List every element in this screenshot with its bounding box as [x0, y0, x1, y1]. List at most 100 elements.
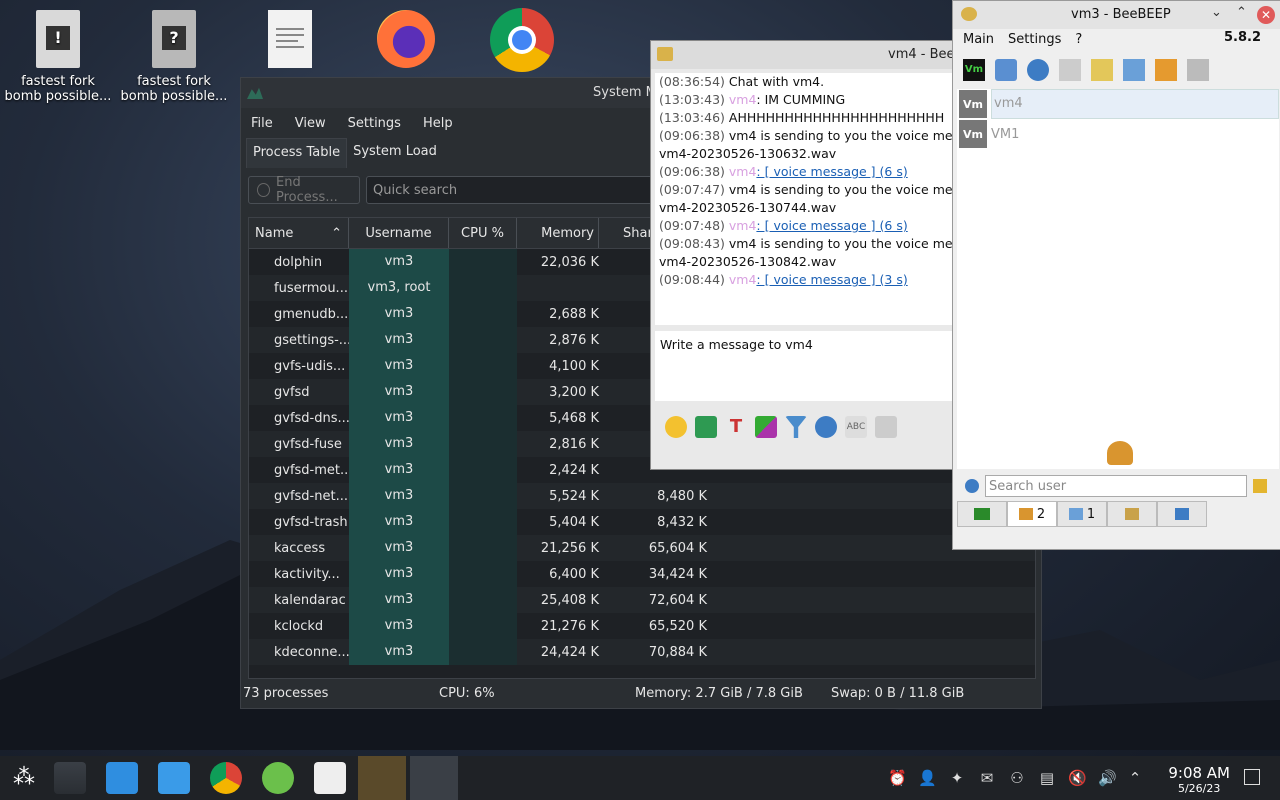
table-row[interactable]: gvfsd-net... vm3 5,524 K 8,480 K — [249, 483, 1035, 509]
avatar: Vm — [959, 120, 987, 148]
text-format-icon[interactable]: T — [725, 416, 747, 438]
tools-icon[interactable] — [1123, 59, 1145, 81]
chat-titlebar[interactable]: vm4 - Bee — [651, 41, 955, 69]
message-sender: vm4 — [728, 272, 757, 287]
discover-store-icon[interactable] — [106, 762, 138, 794]
tab-chats[interactable]: 1 — [1057, 501, 1107, 527]
system-settings-icon[interactable] — [54, 762, 86, 794]
process-name: gvfsd-net... — [274, 488, 348, 504]
minimize-icon[interactable]: ⌄ — [1211, 5, 1222, 20]
spellcheck-icon[interactable]: ABC — [845, 416, 867, 438]
table-row[interactable]: kactivity... vm3 6,400 K 34,424 K — [249, 561, 1035, 587]
menu-help[interactable]: ? — [1075, 32, 1082, 47]
memory-usage: Memory: 2.7 GiB / 7.8 GiB — [635, 686, 803, 701]
chrome-desktop-icon[interactable] — [490, 8, 554, 72]
voice-message-link[interactable]: : [ voice message ] (6 s) — [756, 218, 907, 233]
dictionary-icon[interactable] — [875, 416, 897, 438]
message-input[interactable]: Write a message to vm4 — [655, 331, 953, 401]
tab-system-load[interactable]: System Load — [347, 138, 443, 168]
voice-message-link[interactable]: : [ voice message ] (3 s) — [756, 272, 907, 287]
beebeep-toolbar: Vm — [963, 55, 1209, 85]
tab-users[interactable]: 2 — [1007, 501, 1057, 527]
tab-process-table[interactable]: Process Table — [246, 138, 348, 168]
table-row[interactable]: kaccess vm3 21,256 K 65,604 K — [249, 535, 1035, 561]
column-header-name[interactable]: Name ⌃ — [249, 218, 349, 248]
table-row[interactable]: kdeconne... vm3 24,424 K 70,884 K — [249, 639, 1035, 665]
maximize-icon[interactable]: ⌃ — [1236, 5, 1247, 20]
mail-tray-icon[interactable]: ✉ — [978, 769, 996, 787]
beebeep-window-title: vm3 - BeeBEEP — [1071, 7, 1171, 22]
process-cpu — [449, 431, 517, 457]
app-launcher-icon[interactable]: ⁂ — [8, 762, 40, 794]
emoticon-icon[interactable] — [665, 416, 687, 438]
tab-groups[interactable] — [1107, 501, 1157, 527]
firefox-desktop-icon[interactable] — [377, 10, 435, 68]
menu-settings[interactable]: Settings — [348, 116, 401, 131]
process-cpu — [449, 561, 517, 587]
message-text: vm4 is sending to you the voice me — [728, 182, 953, 197]
settings-gear-icon[interactable] — [815, 416, 837, 438]
process-cpu — [449, 275, 517, 301]
tab-files[interactable] — [1157, 501, 1207, 527]
profile-icon[interactable] — [995, 59, 1017, 81]
tab-home[interactable] — [957, 501, 1007, 527]
clock-time: 9:08 AM — [1168, 764, 1230, 782]
alarm-tray-icon[interactable]: ⏰ — [888, 769, 907, 787]
file-manager-icon[interactable] — [158, 762, 190, 794]
chat-message: vm4-20230526-130842.wav — [655, 253, 953, 271]
trash-icon[interactable] — [1187, 59, 1209, 81]
desktop-file-icon-1[interactable]: ! fastest fork bomb possible... — [3, 0, 113, 104]
filter-icon[interactable] — [785, 416, 807, 438]
chat-message: (09:06:38) vm4: [ voice message ] (6 s) — [655, 163, 953, 181]
beebeep-taskbar-icon[interactable] — [358, 756, 406, 800]
voice-message-link[interactable]: : [ voice message ] (6 s) — [756, 164, 907, 179]
process-username: vm3 — [349, 587, 449, 613]
volume-tray-icon[interactable]: 🔊 — [1098, 769, 1117, 787]
search-user-input[interactable]: Search user — [985, 475, 1247, 497]
user-list-item[interactable]: Vm vm4 — [957, 89, 1279, 119]
clipboard-tray-icon[interactable]: ▤ — [1038, 769, 1056, 787]
search-settings-icon[interactable] — [965, 479, 979, 493]
bee-tray-icon[interactable]: ✦ — [948, 769, 966, 787]
end-process-button[interactable]: End Process... — [248, 175, 360, 205]
expand-tray-icon[interactable]: ⌃ — [1126, 769, 1144, 787]
home-icon[interactable] — [1059, 59, 1081, 81]
column-header-username[interactable]: Username — [349, 218, 449, 248]
sort-ascending-icon: ⌃ — [331, 225, 342, 241]
user-tray-icon[interactable]: 👤 — [918, 769, 937, 787]
edit-icon[interactable] — [1091, 59, 1113, 81]
status-online-icon[interactable]: Vm — [963, 59, 985, 81]
chrome-taskbar-icon[interactable] — [210, 762, 242, 794]
desktop-file-icon-2[interactable]: ? fastest fork bomb possible... — [119, 0, 229, 104]
network-icon[interactable] — [1027, 59, 1049, 81]
menu-view[interactable]: View — [295, 116, 326, 131]
users-tray-icon[interactable]: ⚇ — [1008, 769, 1026, 787]
user-list-item[interactable]: Vm VM1 — [957, 119, 1279, 149]
column-header-cpu[interactable]: CPU % — [449, 218, 517, 248]
menu-main[interactable]: Main — [963, 32, 994, 47]
menu-file[interactable]: File — [251, 116, 273, 131]
close-icon[interactable]: ✕ — [1257, 6, 1275, 24]
show-desktop-icon[interactable] — [1244, 769, 1260, 785]
clear-search-icon[interactable] — [1253, 479, 1267, 493]
menu-settings[interactable]: Settings — [1008, 32, 1061, 47]
system-monitor-taskbar-icon[interactable] — [410, 756, 458, 800]
download-icon[interactable] — [262, 762, 294, 794]
system-monitor-app-icon — [247, 87, 263, 99]
share-box-icon[interactable] — [1155, 59, 1177, 81]
clock[interactable]: 9:08 AM 5/26/23 — [1168, 764, 1230, 795]
table-row[interactable]: kalendarac vm3 25,408 K 72,604 K — [249, 587, 1035, 613]
column-header-memory[interactable]: Memory — [517, 218, 599, 248]
beebeep-titlebar[interactable]: vm3 - BeeBEEP ⌄ ⌃ ✕ — [953, 1, 1280, 29]
table-row[interactable]: gvfsd-trash vm3 5,404 K 8,432 K — [249, 509, 1035, 535]
user-name: vm4 — [991, 89, 1279, 119]
menu-help[interactable]: Help — [423, 116, 453, 131]
text-editor-icon[interactable] — [314, 762, 346, 794]
desktop-text-document[interactable] — [235, 0, 345, 74]
color-icon[interactable] — [755, 416, 777, 438]
mute-tray-icon[interactable]: 🔇 — [1068, 769, 1087, 787]
email-icon[interactable] — [695, 416, 717, 438]
quick-search-input[interactable]: Quick search — [366, 176, 666, 204]
process-shared: 72,604 K — [648, 592, 707, 608]
table-row[interactable]: kclockd vm3 21,276 K 65,520 K — [249, 613, 1035, 639]
